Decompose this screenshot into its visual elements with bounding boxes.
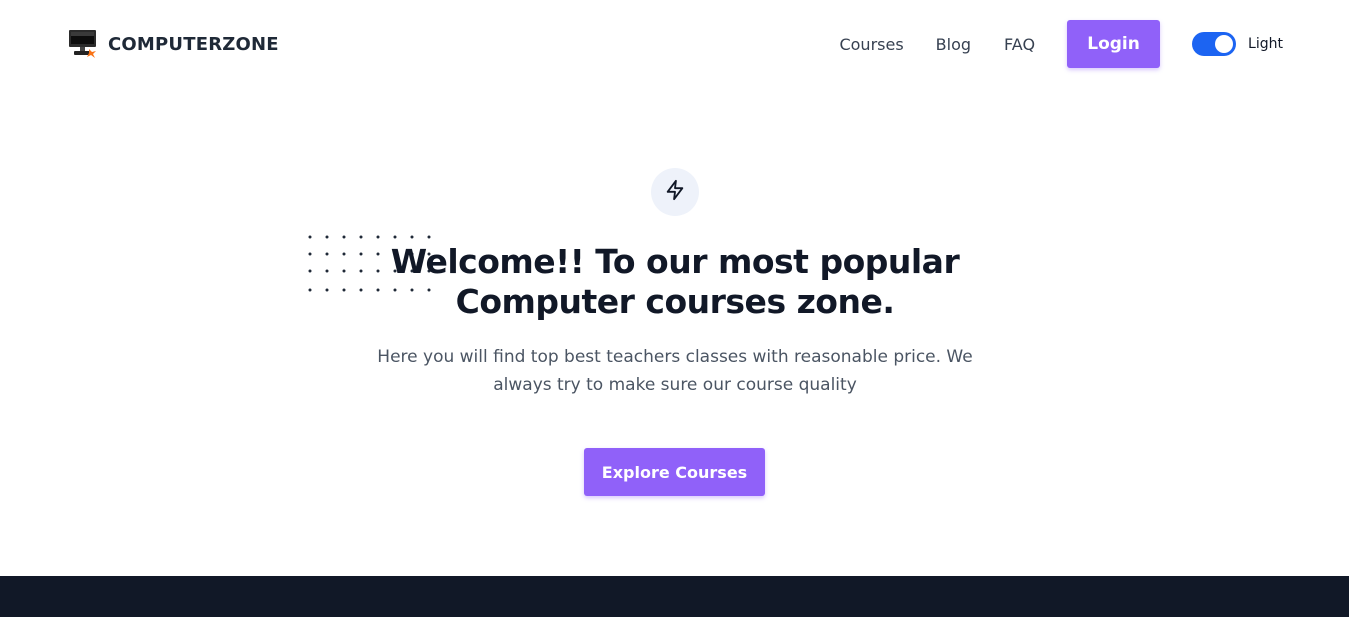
hero-subtitle-line-1: Here you will find top best teachers cla… xyxy=(377,347,973,367)
hero-badge xyxy=(651,168,699,216)
brand-link[interactable]: COMPUTERZONE xyxy=(68,29,279,59)
dark-section-band xyxy=(0,576,1349,617)
brand-name: COMPUTERZONE xyxy=(108,33,279,55)
navbar: COMPUTERZONE Courses Blog FAQ Login Ligh… xyxy=(0,0,1349,88)
computer-monitor-icon xyxy=(68,29,98,59)
main-nav: Courses Blog FAQ Login Light xyxy=(839,20,1283,68)
hero-subtitle-line-2: always try to make sure our course quali… xyxy=(493,375,857,395)
toggle-track[interactable] xyxy=(1192,32,1237,56)
hero-subtitle: Here you will find top best teachers cla… xyxy=(340,343,1010,399)
login-button[interactable]: Login xyxy=(1067,20,1161,68)
theme-toggle[interactable]: Light xyxy=(1192,32,1283,56)
lightning-bolt-icon xyxy=(664,179,686,206)
hero-title-line-1: Welcome!! To our most popular xyxy=(390,242,960,281)
explore-courses-button[interactable]: Explore Courses xyxy=(584,448,765,496)
hero-title: Welcome!! To our most popular Computer c… xyxy=(300,242,1050,322)
hero-title-line-2: Computer courses zone. xyxy=(455,282,895,321)
nav-link-blog[interactable]: Blog xyxy=(936,35,971,54)
nav-link-faq[interactable]: FAQ xyxy=(1004,35,1035,54)
nav-link-courses[interactable]: Courses xyxy=(839,35,903,54)
theme-toggle-label: Light xyxy=(1248,36,1283,52)
toggle-knob xyxy=(1215,35,1234,53)
